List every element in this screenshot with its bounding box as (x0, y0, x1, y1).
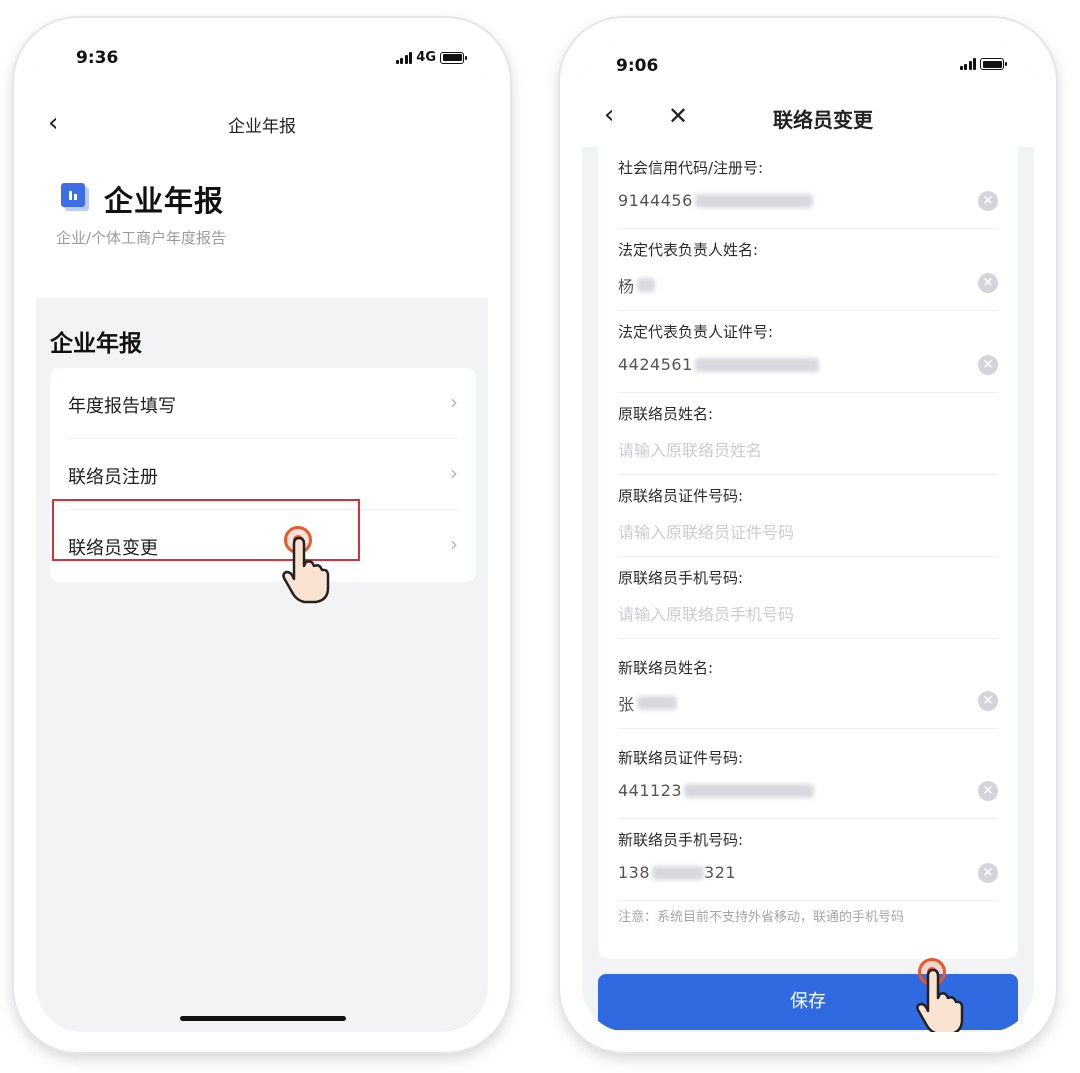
chevron-right-icon: › (450, 461, 458, 485)
left-header-area (36, 38, 488, 298)
chart-icon (61, 183, 85, 207)
status-icons (959, 58, 1007, 70)
status-time: 9:36 (76, 48, 119, 68)
signal-icon (959, 58, 976, 70)
menu-item-annual-report[interactable]: 年度报告填写 › (50, 368, 476, 439)
home-indicator (180, 1016, 346, 1021)
menu-item-label: 联络员注册 (68, 467, 158, 488)
field-legal-rep-name[interactable]: 法定代表负责人姓名: 杨 × (618, 229, 998, 311)
field-label: 法定代表负责人姓名: (618, 241, 759, 259)
field-new-contact-name[interactable]: 新联络员姓名: 张 × (618, 647, 998, 729)
field-legal-rep-id[interactable]: 法定代表负责人证件号: 4424561 × (618, 311, 998, 393)
field-label: 原联络员姓名: (618, 405, 714, 423)
masked-text (694, 357, 819, 372)
right-screen: 9:06 ‹ ✕ 联络员变更 社会信用代码/注册号: 9144456 × 法定代… (582, 38, 1034, 1032)
field-label: 社会信用代码/注册号: (618, 159, 764, 177)
battery-icon (980, 58, 1007, 70)
field-label: 原联络员证件号码: (618, 487, 744, 505)
field-label: 法定代表负责人证件号: (618, 323, 774, 341)
field-new-contact-id[interactable]: 新联络员证件号码: 441123 × (618, 737, 998, 819)
clear-icon[interactable]: × (978, 273, 998, 293)
field-placeholder[interactable]: 请输入原联络员手机号码 (618, 601, 794, 625)
status-time: 9:06 (616, 56, 659, 76)
clear-icon[interactable]: × (978, 781, 998, 801)
masked-text (652, 865, 705, 880)
form-card: 社会信用代码/注册号: 9144456 × 法定代表负责人姓名: 杨 × 法定代… (598, 147, 1018, 959)
nav-title: 企业年报 (228, 117, 296, 137)
field-value[interactable]: 杨 (618, 273, 655, 297)
signal-icon (395, 51, 413, 64)
clear-icon[interactable]: × (978, 355, 998, 375)
page-title: 联络员变更 (773, 108, 873, 132)
tap-indicator (278, 526, 334, 606)
field-placeholder[interactable]: 请输入原联络员姓名 (618, 437, 762, 461)
brand-title: 企业年报 (104, 184, 225, 218)
masked-text (684, 783, 815, 798)
field-value[interactable]: 张 (618, 691, 677, 715)
status-icons: 4G (395, 50, 467, 65)
tap-indicator (912, 958, 968, 1032)
field-label: 新联络员手机号码: (618, 831, 744, 849)
field-old-contact-phone[interactable]: 原联络员手机号码: 请输入原联络员手机号码 (618, 557, 998, 639)
clear-icon[interactable]: × (978, 863, 998, 883)
left-phone-frame: 9:36 4G ‹ 企业年报 企业年报 企业/个体工商户年度报告 企业年报 年度… (14, 18, 510, 1052)
field-value[interactable]: 9144456 (618, 191, 813, 210)
field-new-contact-phone[interactable]: 新联络员手机号码: 138 321 × (618, 819, 998, 901)
field-old-contact-id[interactable]: 原联络员证件号码: 请输入原联络员证件号码 (618, 475, 998, 557)
field-credit-code[interactable]: 社会信用代码/注册号: 9144456 × (618, 147, 998, 229)
battery-icon (440, 51, 467, 64)
masked-text (636, 278, 655, 292)
field-value[interactable]: 441123 (618, 781, 815, 800)
field-label: 新联络员姓名: (618, 659, 714, 677)
field-old-contact-name[interactable]: 原联络员姓名: 请输入原联络员姓名 (618, 393, 998, 475)
section-title: 企业年报 (50, 331, 142, 357)
right-phone-frame: 9:06 ‹ ✕ 联络员变更 社会信用代码/注册号: 9144456 × 法定代… (560, 18, 1056, 1052)
clear-icon[interactable]: × (978, 691, 998, 711)
network-type: 4G (416, 50, 436, 65)
pointing-hand-icon (916, 968, 964, 1032)
pointing-hand-icon (282, 536, 330, 604)
field-placeholder[interactable]: 请输入原联络员证件号码 (618, 519, 794, 543)
field-label: 原联络员手机号码: (618, 569, 744, 587)
field-label: 新联络员证件号码: (618, 749, 744, 767)
note-text: 注意：系统目前不支持外省移动，联通的手机号码 (618, 910, 905, 925)
clear-icon[interactable]: × (978, 191, 998, 211)
menu-item-label: 年度报告填写 (68, 396, 176, 417)
brand-subtitle: 企业/个体工商户年度报告 (56, 229, 227, 247)
field-value[interactable]: 138 321 (618, 863, 736, 882)
masked-text (636, 696, 677, 710)
chevron-right-icon: › (450, 532, 458, 556)
left-screen: 9:36 4G ‹ 企业年报 企业年报 企业/个体工商户年度报告 企业年报 年度… (36, 38, 488, 1032)
field-value[interactable]: 4424561 (618, 355, 819, 374)
chevron-right-icon: › (450, 390, 458, 414)
masked-text (694, 193, 813, 208)
